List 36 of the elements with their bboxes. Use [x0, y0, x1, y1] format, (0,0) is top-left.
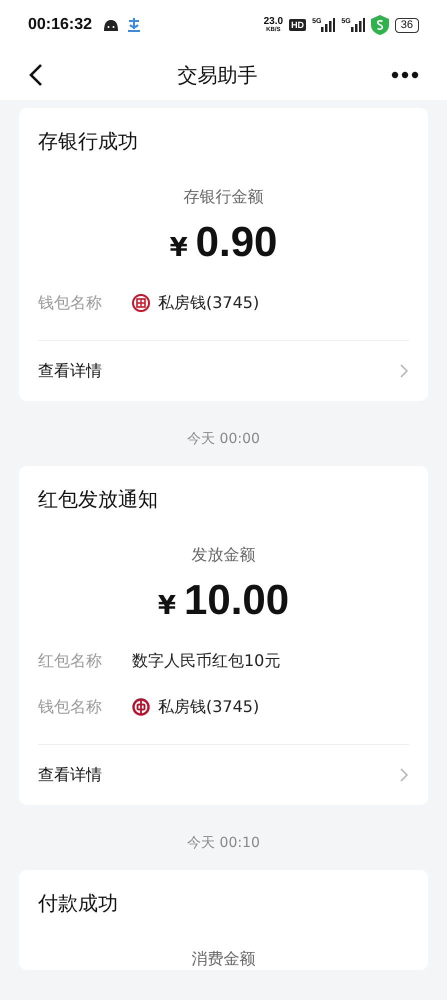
field-label: 钱包名称	[38, 292, 103, 314]
message-time: 今天 00:10	[186, 834, 261, 852]
page-title: 交易助手	[178, 62, 258, 88]
chevron-right-icon	[399, 363, 409, 379]
details-link[interactable]: 查看详情	[38, 745, 409, 805]
field-value: 私房钱(3745)	[158, 292, 260, 314]
more-icon[interactable]	[391, 71, 419, 79]
shield-icon	[370, 15, 389, 35]
message-title: 红包发放通知	[38, 486, 159, 513]
amount-label: 发放金额	[190, 545, 256, 566]
field-value: 数字人民币红包10元	[132, 650, 280, 672]
amount-value: 0.90	[196, 218, 278, 266]
currency-symbol: ¥	[158, 591, 176, 621]
hd-badge: HD	[289, 19, 306, 31]
amount-label: 存银行金额	[182, 187, 264, 208]
amount-value: 10.00	[184, 576, 290, 624]
field-label: 钱包名称	[38, 696, 103, 718]
bank-logo-icon	[132, 294, 150, 312]
signal-icon	[321, 18, 336, 32]
message-title: 存银行成功	[38, 128, 139, 155]
robot-icon	[102, 18, 120, 32]
bank-logo-icon	[132, 698, 150, 716]
message-time: 今天 00:00	[186, 430, 261, 448]
network-speed: 23.0	[264, 17, 284, 27]
currency-symbol: ¥	[170, 233, 188, 263]
message-title: 付款成功	[38, 890, 119, 917]
battery-level: 36	[394, 18, 419, 32]
field-label: 红包名称	[38, 650, 103, 672]
signal-icon	[350, 18, 365, 32]
field-value: 私房钱(3745)	[158, 696, 260, 718]
back-icon[interactable]	[28, 63, 44, 87]
app-icon	[126, 17, 142, 33]
status-time: 00:16:32	[28, 16, 92, 34]
chevron-right-icon	[399, 767, 409, 783]
details-link[interactable]: 查看详情	[38, 341, 409, 401]
amount-label: 消费金额	[190, 949, 256, 970]
